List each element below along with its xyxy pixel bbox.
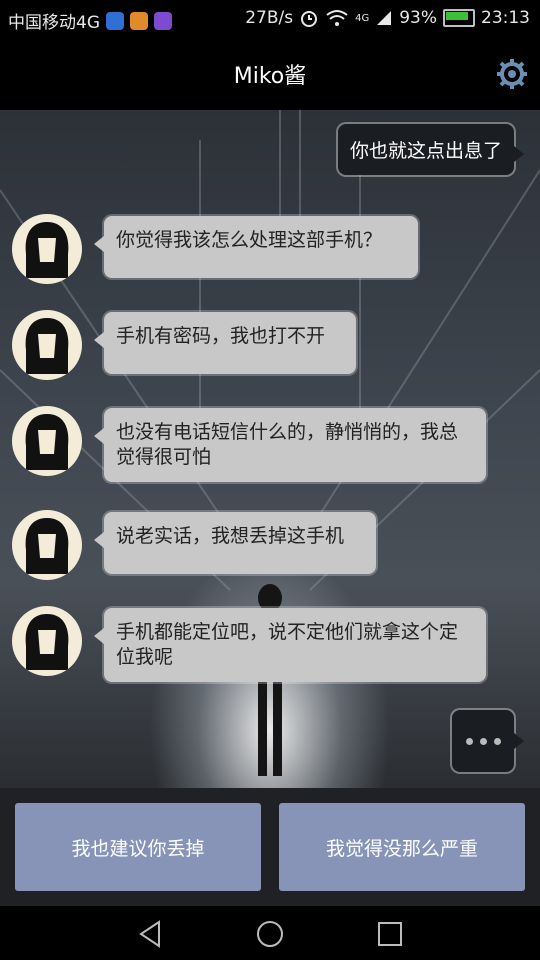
incoming-message: 说老实话，我想丢掉这手机 (94, 512, 376, 574)
clock: 23:13 (481, 8, 530, 28)
notification-app-icon (106, 11, 124, 30)
avatar (12, 214, 82, 284)
title-bar: Miko酱 (0, 36, 540, 110)
recents-icon[interactable] (375, 919, 405, 949)
reply-option-button[interactable]: 我也建议你丢掉 (15, 803, 261, 891)
status-bar: 中国移动4G 27B/s 4G 93% 23:13 (0, 0, 540, 36)
avatar (12, 406, 82, 476)
avatar (12, 310, 82, 380)
avatar (12, 510, 82, 580)
net-speed: 27B/s (245, 8, 294, 28)
carrier-label: 中国移动4G (8, 13, 100, 33)
incoming-message: 也没有电话短信什么的，静悄悄的，我总觉得很可怕 (94, 408, 486, 482)
notification-app-icon (154, 11, 172, 30)
signal-icon (377, 11, 392, 25)
outgoing-message: 你也就这点出息了 (337, 124, 525, 175)
reply-option-button[interactable]: 我觉得没那么严重 (279, 803, 525, 891)
home-icon[interactable] (255, 919, 285, 949)
incoming-message: 手机有密码，我也打不开 (94, 312, 356, 374)
chat-area[interactable]: 你也就这点出息了 你觉得我该怎么处理这部手机？ 手机有密码，我也打不开 也没有电… (0, 110, 540, 788)
wifi-icon (326, 10, 348, 26)
reply-options: 我也建议你丢掉 我觉得没那么严重 (0, 788, 540, 906)
avatar (12, 606, 82, 676)
typing-dot (480, 738, 487, 745)
typing-dot (466, 738, 473, 745)
system-nav-bar (0, 906, 540, 960)
signal-type: 4G (355, 12, 370, 24)
notification-app-icon (130, 11, 148, 30)
typing-dot (494, 738, 501, 745)
gear-icon[interactable] (496, 58, 528, 90)
page-title: Miko酱 (233, 64, 307, 89)
back-icon[interactable] (135, 919, 165, 949)
battery-icon (443, 9, 475, 27)
typing-indicator (452, 710, 524, 772)
alarm-icon (301, 11, 318, 27)
incoming-message: 手机都能定位吧，说不定他们就拿这个定位我呢 (94, 608, 486, 682)
incoming-message: 你觉得我该怎么处理这部手机？ (94, 216, 418, 278)
battery-percent: 93% (399, 8, 437, 28)
